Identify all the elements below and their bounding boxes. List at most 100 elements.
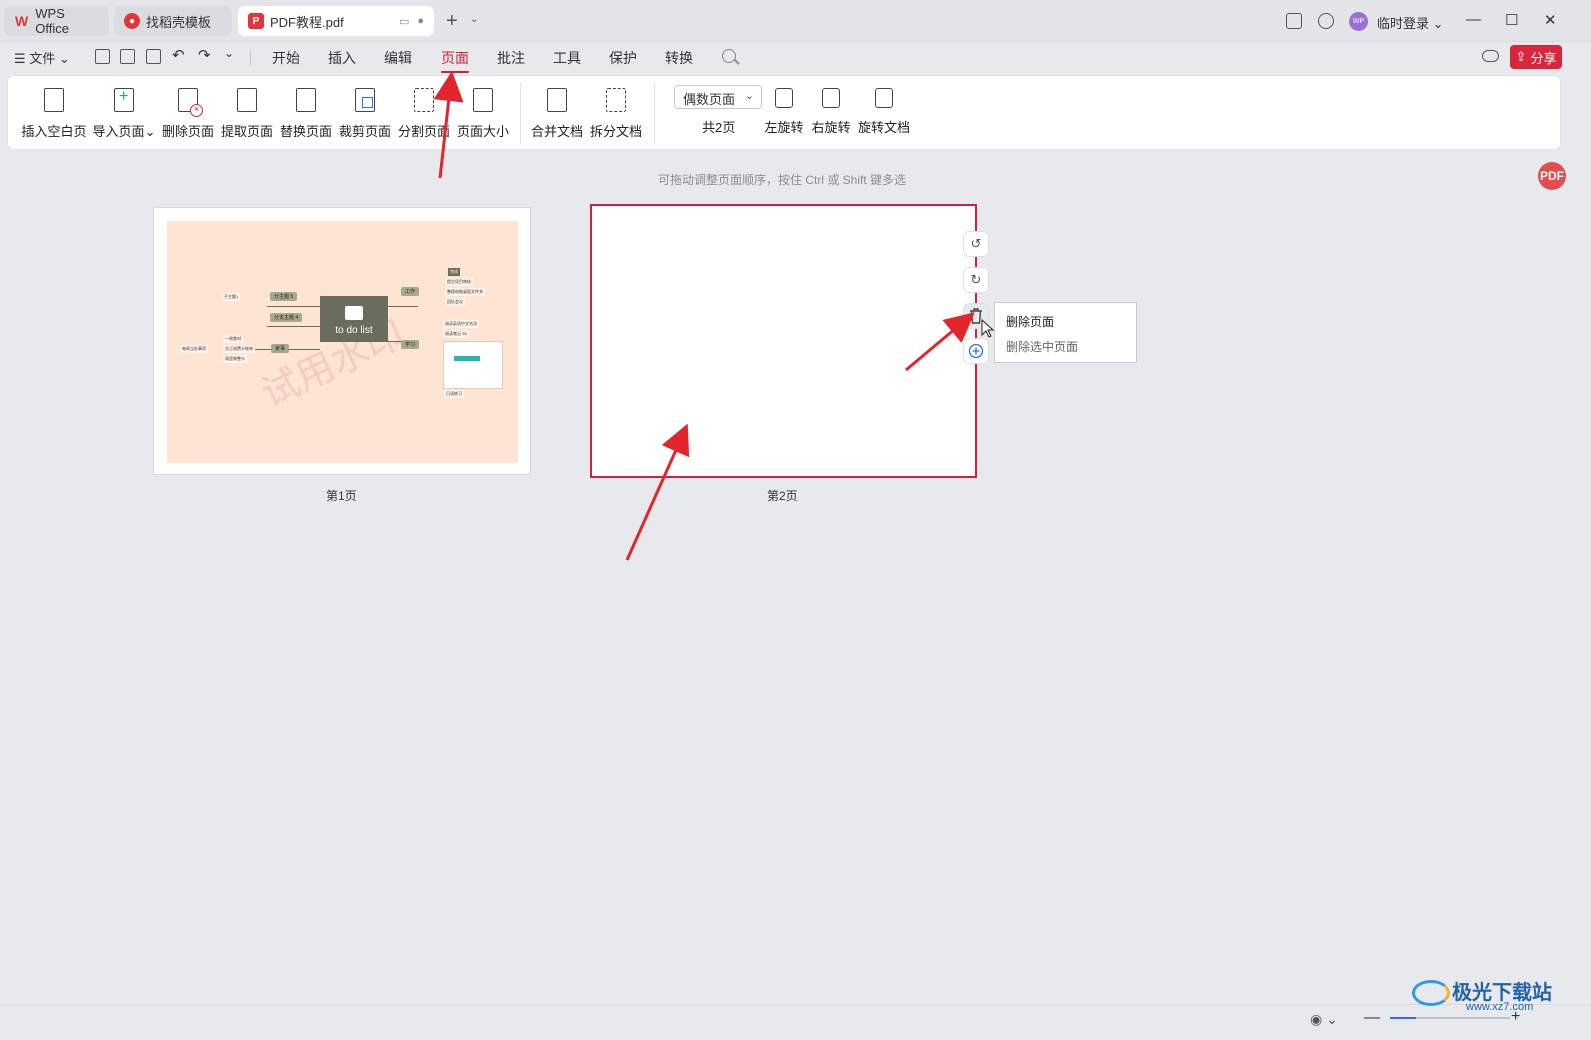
zoom-out-icon[interactable]: —: [1364, 1009, 1380, 1027]
page-ribbon: 插入空白页 导入页面⌄ 删除页面 提取页面 替换页面 裁剪页面 分割页面 页面大…: [8, 76, 1560, 149]
menu-protect[interactable]: 保护: [609, 48, 637, 68]
mindmap-image: 试用水印 to do list 分主题 5 分支主题 4 工作 学习 家事 子主…: [167, 221, 518, 463]
maximize-icon[interactable]: ☐: [1505, 11, 1518, 29]
page-size-button[interactable]: 页面大小: [457, 84, 509, 142]
tooltip-description: 删除选中页面: [1006, 340, 1079, 354]
extract-page-button[interactable]: 提取页面: [221, 84, 273, 142]
split-page-button[interactable]: 分割页面: [398, 84, 450, 142]
monitor-icon[interactable]: ▭: [399, 15, 409, 28]
share-button[interactable]: ⇪ 分享: [1510, 45, 1562, 69]
page-range-value: 偶数页面: [683, 92, 736, 107]
rotate-doc-icon: [875, 88, 893, 108]
login-button[interactable]: 临时登录 ⌄: [1377, 13, 1444, 32]
status-bar: ◉ ⌄ — +: [0, 1004, 1591, 1040]
mm-leaf: 阅读笔记 3D: [443, 330, 470, 338]
save-icon[interactable]: [120, 49, 135, 64]
tab-pdf-document[interactable]: P PDF教程.pdf ▭ ●: [238, 6, 434, 36]
cube-icon[interactable]: [1318, 13, 1334, 29]
menu-convert[interactable]: 转换: [665, 48, 693, 68]
menu-divider: [250, 49, 251, 65]
mm-node: 家事: [271, 344, 290, 353]
insert-blank-page-button[interactable]: 插入空白页: [22, 84, 87, 142]
rotate-doc-button[interactable]: 旋转文档: [858, 84, 910, 142]
open-folder-icon[interactable]: [95, 49, 110, 64]
cloud-icon[interactable]: [1482, 50, 1499, 62]
page-thumbnail-2-selected[interactable]: [590, 204, 977, 478]
avatar[interactable]: WP: [1349, 12, 1368, 31]
import-page-button[interactable]: 导入页面⌄: [93, 84, 155, 142]
ribbon-divider: [520, 82, 521, 144]
file-menu[interactable]: ☰ 文件 ⌄: [14, 48, 70, 67]
pdf-logo-icon: P: [248, 13, 264, 29]
menu-edit[interactable]: 编辑: [384, 48, 412, 68]
undo-icon[interactable]: ↶: [172, 46, 185, 64]
tooltip-title: 删除页面: [1006, 315, 1055, 329]
add-page-tool-button[interactable]: [964, 339, 988, 363]
more-chevron-icon[interactable]: ⌄: [224, 46, 234, 60]
print-icon[interactable]: [146, 49, 161, 64]
page-range-select[interactable]: 偶数页面 ⌄: [674, 85, 762, 109]
rotate-right-button[interactable]: 右旋转: [809, 84, 853, 142]
menu-tools[interactable]: 工具: [553, 48, 581, 68]
chevron-down-icon[interactable]: ⌄: [470, 14, 478, 25]
menu-insert[interactable]: 插入: [328, 48, 356, 68]
rotate-right-page-button[interactable]: ↻: [964, 268, 988, 292]
login-label: 临时登录: [1377, 16, 1430, 31]
file-menu-label: 文件: [29, 51, 56, 66]
zoom-slider[interactable]: [1390, 1017, 1510, 1019]
tab-label: 找稻壳模板: [146, 14, 212, 30]
menu-bar: ☰ 文件 ⌄ ↶ ↷ ⌄ 开始 插入 编辑 页面 批注 工具 保护 转换 ⇪ 分…: [0, 42, 1591, 73]
rotate-right-icon: [822, 88, 840, 108]
minimize-icon[interactable]: —: [1466, 11, 1481, 28]
page-size-icon: [473, 88, 493, 112]
add-circle-icon: [968, 343, 984, 359]
page-label-2: 第2页: [767, 489, 798, 503]
menu-annotate[interactable]: 批注: [497, 48, 525, 68]
rotate-left-icon: ↺: [970, 236, 982, 251]
mindmap-center-label: to do list: [335, 325, 373, 336]
page-label-1: 第1页: [326, 489, 357, 503]
pdf-assistant-button[interactable]: PDF: [1538, 162, 1566, 190]
import-page-icon: [114, 88, 134, 112]
crop-page-button[interactable]: 裁剪页面: [339, 84, 391, 142]
delete-page-icon: [178, 88, 203, 117]
split-doc-button[interactable]: 拆分文档: [590, 84, 642, 142]
mm-leaf: 交订阅费卡账单: [223, 345, 255, 353]
rotate-left-page-button[interactable]: ↺: [964, 232, 988, 256]
rotate-left-icon: [775, 88, 793, 108]
tab-template[interactable]: ● 找稻壳模板: [114, 6, 232, 36]
mm-node: 学习: [401, 340, 420, 349]
new-tab-plus-icon[interactable]: +: [446, 10, 458, 33]
mm-embedded-image: [443, 341, 503, 389]
site-logo-url: www.xz7.com: [1466, 1001, 1534, 1013]
chevron-down-icon: ⌄: [744, 90, 754, 102]
merge-doc-button[interactable]: 合并文档: [531, 84, 583, 142]
insert-blank-page-icon: [44, 88, 64, 112]
mm-connector: [267, 326, 320, 327]
share-label: 分享: [1530, 50, 1557, 66]
layout-icon[interactable]: [1286, 13, 1302, 29]
replace-page-button[interactable]: 替换页面: [280, 84, 332, 142]
eye-icon[interactable]: ◉ ⌄: [1310, 1011, 1338, 1028]
mm-leaf: 一周食材: [223, 335, 243, 343]
mm-connector: [267, 306, 320, 307]
redo-icon[interactable]: ↷: [198, 46, 211, 64]
zoom-slider-fill: [1390, 1017, 1417, 1019]
site-watermark-logo: 极光下载站 www.xz7.com: [1412, 974, 1562, 1014]
menu-start[interactable]: 开始: [272, 48, 300, 68]
search-icon[interactable]: [722, 49, 736, 63]
mm-node: 工作: [401, 287, 420, 296]
template-logo-icon: ●: [124, 13, 140, 29]
delete-page-button[interactable]: 删除页面: [162, 84, 214, 142]
menu-page[interactable]: 页面: [441, 48, 469, 73]
wps-logo-icon: W: [15, 13, 29, 29]
page-thumbnail-1[interactable]: 试用水印 to do list 分主题 5 分支主题 4 工作 学习 家事 子主…: [153, 207, 531, 475]
site-logo-icon: [1412, 980, 1450, 1006]
annotation-arrows: [433, 71, 975, 561]
mm-connector: [388, 306, 418, 307]
rotate-left-button[interactable]: 左旋转: [762, 84, 806, 142]
tab-wps-office[interactable]: W WPS Office: [4, 6, 109, 36]
mouse-cursor-icon: [981, 319, 995, 338]
calendar-icon: [345, 306, 363, 320]
close-icon[interactable]: ✕: [1544, 11, 1557, 29]
